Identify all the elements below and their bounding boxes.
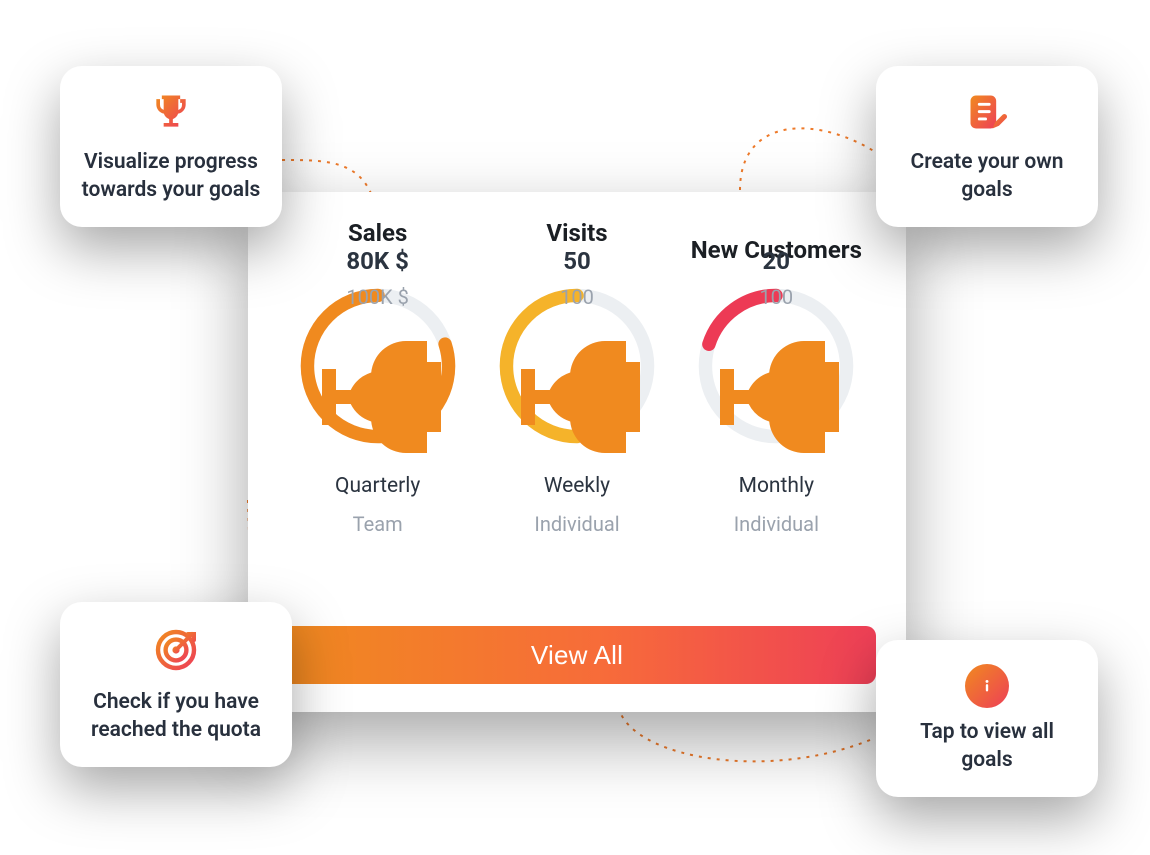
gauge-current: 20 — [763, 247, 791, 275]
callout-quota: Check if you have reached the quota — [60, 602, 292, 767]
gauge-target: 100K $ — [346, 285, 408, 309]
target-icon — [152, 626, 200, 678]
trophy-icon — [493, 313, 661, 485]
callout-create: Create your own goals — [876, 66, 1098, 227]
gauge-scope: Individual — [734, 512, 819, 536]
trophy-icon — [692, 313, 860, 485]
gauge-current: 50 — [563, 247, 591, 275]
callout-visualize: Visualize progress towards your goals — [60, 66, 282, 227]
callout-label: Check if you have reached the quota — [80, 688, 272, 745]
gauge-ring: 50 100 — [493, 282, 661, 450]
goals-panel: Sales 80K $ 100K $ Quarter — [248, 192, 906, 712]
callout-label: Visualize progress towards your goals — [80, 148, 262, 205]
gauge-scope: Team — [353, 512, 403, 536]
trophy-icon — [294, 313, 462, 485]
gauge-new-customers: New Customers 20 100 Month — [677, 220, 876, 536]
gauge-target: 100 — [560, 285, 594, 309]
gauge-scope: Individual — [534, 512, 619, 536]
list-edit-icon — [965, 90, 1009, 138]
gauge-ring: 20 100 — [692, 282, 860, 450]
view-all-button[interactable]: View All — [278, 626, 876, 684]
info-icon — [965, 664, 1009, 708]
callout-label: Create your own goals — [896, 148, 1078, 205]
gauge-ring: 80K $ 100K $ — [294, 282, 462, 450]
trophy-icon — [149, 90, 193, 138]
gauge-visits: Visits 50 100 Weekly — [477, 220, 676, 536]
gauge-target: 100 — [759, 285, 793, 309]
gauge-sales: Sales 80K $ 100K $ Quarter — [278, 220, 477, 536]
callout-label: Tap to view all goals — [896, 718, 1078, 775]
callout-viewall: Tap to view all goals — [876, 640, 1098, 797]
gauge-current: 80K $ — [346, 247, 409, 275]
